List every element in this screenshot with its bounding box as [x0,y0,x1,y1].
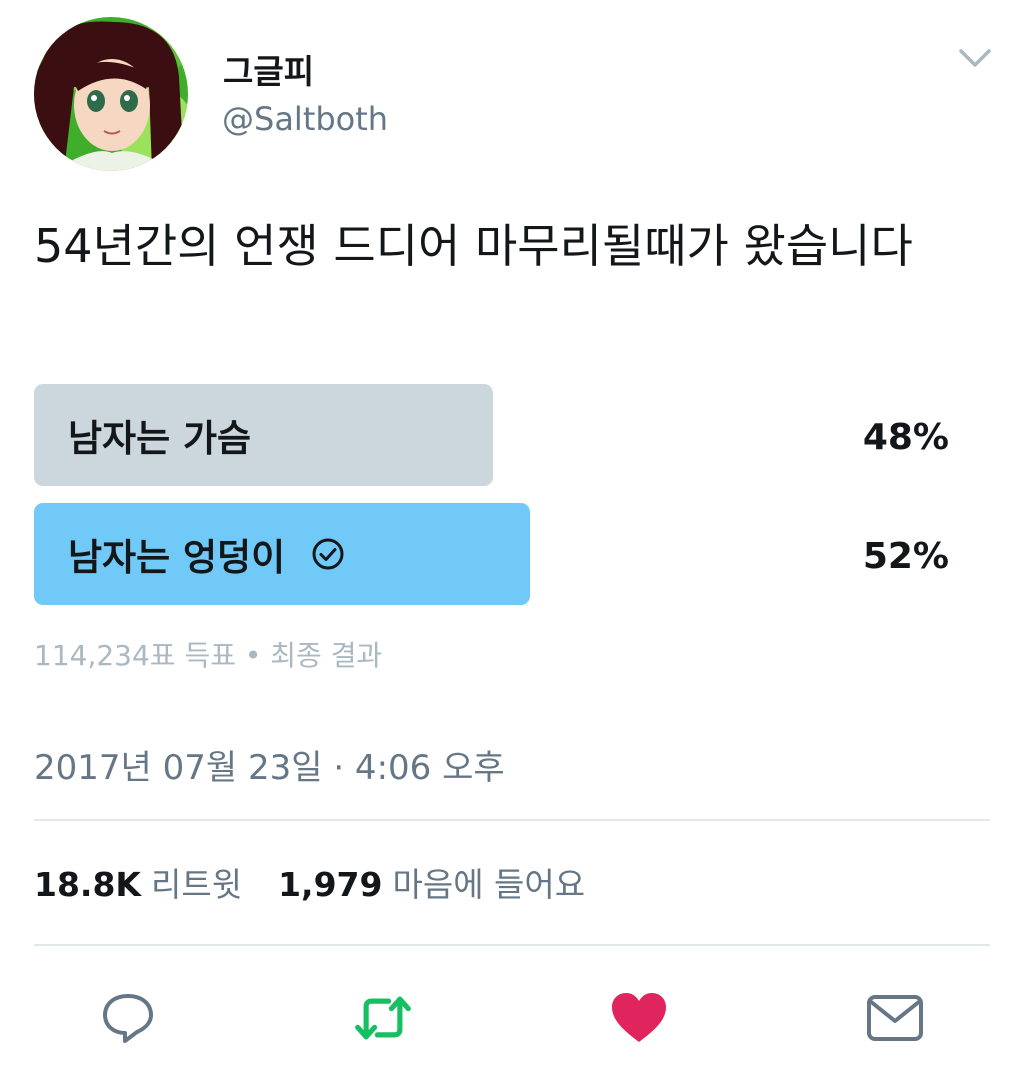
poll-option-label: 남자는 엉덩이 [68,503,345,605]
divider [34,944,990,946]
heart-icon [612,993,666,1042]
like-label: 마음에 들어요 [392,865,586,904]
tweet-timestamp[interactable]: 2017년 07월 23일 · 4:06 오후 [34,740,505,789]
like-stat[interactable]: 1,979 마음에 들어요 [278,858,585,906]
reply-button[interactable] [98,988,158,1048]
divider [34,819,990,821]
reply-icon [103,994,153,1043]
display-name[interactable]: 그글피 [223,45,314,93]
direct-message-button[interactable] [865,988,925,1048]
tweet-text: 54년간의 언쟁 드디어 마무리될때가 왔습니다 [34,219,913,273]
poll-option-text: 남자는 엉덩이 [68,536,286,579]
check-circle-icon [312,538,344,570]
retweet-label: 리트윗 [151,865,243,904]
tweet-stats: 18.8K 리트윗 1,979 마음에 들어요 [34,858,585,906]
like-count: 1,979 [278,865,383,904]
poll-option-percent: 52% [862,535,949,577]
user-handle[interactable]: @Saltboth [222,100,388,138]
like-button[interactable] [609,988,669,1048]
poll-option-percent: 48% [862,416,949,458]
mail-icon [867,995,923,1041]
retweet-icon [355,996,411,1040]
avatar[interactable] [34,17,188,171]
retweet-count: 18.8K [34,865,141,904]
retweet-button[interactable] [353,988,413,1048]
poll-meta: 114,234표 득표 • 최종 결과 [34,639,383,672]
poll-option-text: 남자는 가슴 [68,417,252,460]
retweet-stat[interactable]: 18.8K 리트윗 [34,858,242,906]
poll-option-label: 남자는 가슴 [68,384,251,486]
chevron-down-icon[interactable] [958,45,992,71]
